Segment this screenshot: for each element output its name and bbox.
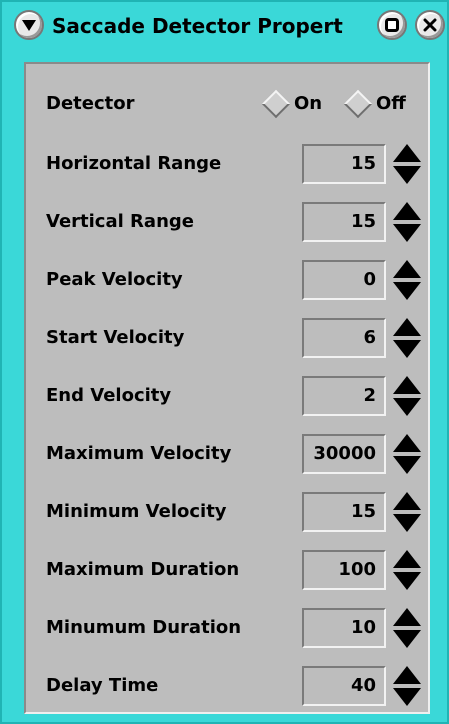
arrow-up-icon <box>393 666 421 684</box>
minimum-duration-field[interactable]: 10 <box>302 608 386 648</box>
vertical-range-field[interactable]: 15 <box>302 202 386 242</box>
detector-label: Detector <box>46 93 135 114</box>
arrow-down-icon <box>393 514 421 532</box>
arrow-up-icon <box>393 550 421 568</box>
spin-up-button[interactable] <box>392 375 422 395</box>
arrow-up-icon <box>393 144 421 162</box>
delay-time-label: Delay Time <box>46 675 159 696</box>
detector-on-label: On <box>294 93 323 114</box>
maximum-duration-label: Maximum Duration <box>46 559 240 580</box>
maximum-duration-spinner <box>392 549 422 591</box>
spin-down-button[interactable] <box>392 397 422 417</box>
peak-velocity-spinner <box>392 259 422 301</box>
spin-down-button[interactable] <box>392 165 422 185</box>
spin-up-button[interactable] <box>392 607 422 627</box>
spin-down-button[interactable] <box>392 513 422 533</box>
delay-time-field[interactable]: 40 <box>302 666 386 706</box>
spin-up-button[interactable] <box>392 143 422 163</box>
detector-on-radio[interactable]: On <box>261 89 323 119</box>
arrow-up-icon <box>393 434 421 452</box>
arrow-up-icon <box>393 260 421 278</box>
spin-up-button[interactable] <box>392 549 422 569</box>
arrow-down-icon <box>393 630 421 648</box>
spin-down-button[interactable] <box>392 687 422 707</box>
start-velocity-label: Start Velocity <box>46 327 185 348</box>
maximum-velocity-field[interactable]: 30000 <box>302 434 386 474</box>
window-menu-button[interactable] <box>14 10 44 40</box>
end-velocity-field[interactable]: 2 <box>302 376 386 416</box>
spin-up-button[interactable] <box>392 259 422 279</box>
spin-down-button[interactable] <box>392 629 422 649</box>
horizontal-range-field[interactable]: 15 <box>302 144 386 184</box>
start-velocity-spinner <box>392 317 422 359</box>
maximize-icon <box>385 18 399 32</box>
spin-down-button[interactable] <box>392 281 422 301</box>
peak-velocity-label: Peak Velocity <box>46 269 183 290</box>
spin-down-button[interactable] <box>392 223 422 243</box>
end-velocity-label: End Velocity <box>46 385 172 406</box>
arrow-down-icon <box>393 572 421 590</box>
horizontal-range-spinner <box>392 143 422 185</box>
maximize-button[interactable] <box>377 10 407 40</box>
arrow-up-icon <box>393 376 421 394</box>
arrow-up-icon <box>393 492 421 510</box>
arrow-down-icon <box>393 224 421 242</box>
horizontal-range-label: Horizontal Range <box>46 153 222 174</box>
maximum-velocity-spinner <box>392 433 422 475</box>
arrow-down-icon <box>393 166 421 184</box>
close-button[interactable] <box>415 10 445 40</box>
spin-down-button[interactable] <box>392 455 422 475</box>
spin-down-button[interactable] <box>392 339 422 359</box>
spin-up-button[interactable] <box>392 317 422 337</box>
spin-up-button[interactable] <box>392 433 422 453</box>
start-velocity-field[interactable]: 6 <box>302 318 386 358</box>
peak-velocity-field[interactable]: 0 <box>302 260 386 300</box>
spin-down-button[interactable] <box>392 571 422 591</box>
properties-window: Saccade Detector Propert Detector On Off… <box>0 0 449 724</box>
title-bar[interactable]: Saccade Detector Propert <box>10 10 445 50</box>
detector-off-radio[interactable]: Off <box>343 89 406 119</box>
arrow-down-icon <box>393 456 421 474</box>
spin-up-button[interactable] <box>392 201 422 221</box>
minimum-velocity-label: Minimum Velocity <box>46 501 227 522</box>
close-icon <box>423 18 437 32</box>
arrow-down-icon <box>393 688 421 706</box>
vertical-range-spinner <box>392 201 422 243</box>
maximum-duration-field[interactable]: 100 <box>302 550 386 590</box>
maximum-velocity-label: Maximum Velocity <box>46 443 232 464</box>
arrow-down-icon <box>393 340 421 358</box>
vertical-range-label: Vertical Range <box>46 211 194 232</box>
delay-time-spinner <box>392 665 422 707</box>
detector-off-label: Off <box>376 93 406 114</box>
radio-diamond-icon <box>261 89 291 119</box>
end-velocity-spinner <box>392 375 422 417</box>
spin-up-button[interactable] <box>392 491 422 511</box>
minimum-duration-spinner <box>392 607 422 649</box>
minimum-velocity-spinner <box>392 491 422 533</box>
arrow-down-icon <box>393 282 421 300</box>
arrow-up-icon <box>393 202 421 220</box>
properties-panel: Detector On Off Horizontal Range 15 Vert… <box>24 62 430 714</box>
radio-diamond-icon <box>343 89 373 119</box>
arrow-down-icon <box>393 398 421 416</box>
minimum-duration-label: Minumum Duration <box>46 617 242 638</box>
arrow-up-icon <box>393 608 421 626</box>
window-title: Saccade Detector Propert <box>52 14 343 38</box>
spin-up-button[interactable] <box>392 665 422 685</box>
minimum-velocity-field[interactable]: 15 <box>302 492 386 532</box>
arrow-up-icon <box>393 318 421 336</box>
menu-icon <box>22 20 36 31</box>
